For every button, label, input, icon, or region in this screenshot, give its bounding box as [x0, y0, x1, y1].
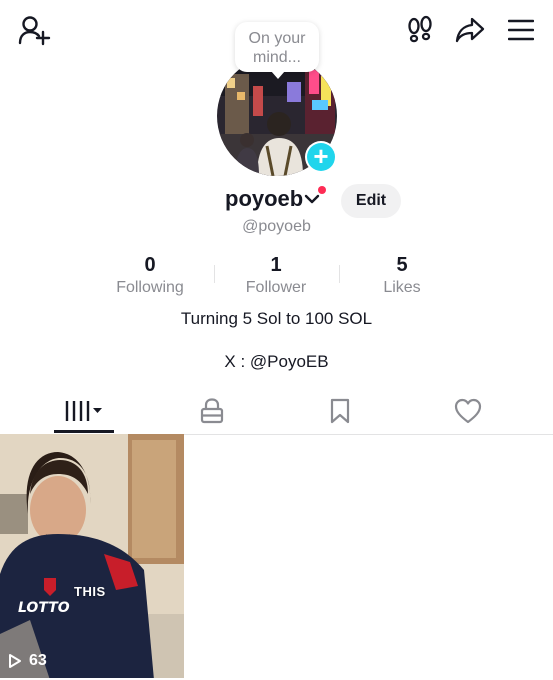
add-user-icon — [18, 16, 51, 46]
status-bubble-line2: mind... — [252, 49, 301, 66]
bio-line: Turning 5 Sol to 100 SOL — [180, 309, 373, 328]
share-profile-button[interactable] — [452, 12, 488, 48]
video-thumbnail-image: LOTTO — [0, 434, 184, 678]
edit-profile-button[interactable]: Edit — [341, 184, 401, 218]
add-friend-button[interactable] — [14, 12, 54, 48]
stat-following[interactable]: 0 Following — [90, 254, 210, 298]
stat-likes-value: 5 — [396, 254, 408, 276]
videos-grid-icon — [65, 401, 102, 421]
bookmark-icon — [330, 398, 350, 424]
stat-likes-label: Likes — [383, 279, 421, 296]
profile-handle: @poyoeb — [242, 218, 311, 235]
tab-favorites[interactable] — [310, 388, 370, 434]
footprints-icon — [408, 15, 432, 43]
stat-following-value: 0 — [144, 254, 156, 276]
stat-following-label: Following — [116, 279, 184, 296]
add-story-button[interactable]: + — [305, 141, 337, 173]
bio-link[interactable]: X : @PoyoEB — [0, 352, 553, 372]
plus-icon: + — [307, 143, 335, 171]
profile-username[interactable]: poyoeb — [225, 186, 303, 212]
tab-private[interactable] — [182, 388, 242, 434]
menu-icon — [508, 19, 534, 41]
stat-divider — [214, 265, 215, 283]
stat-follower-value: 1 — [270, 254, 282, 276]
notification-dot — [318, 186, 326, 194]
share-icon — [455, 17, 485, 43]
stat-divider — [339, 265, 340, 283]
video-caption: THIS — [74, 584, 106, 599]
tab-videos[interactable] — [54, 388, 114, 434]
status-bubble[interactable]: On your mind... — [235, 22, 319, 79]
profile-views-button[interactable] — [402, 12, 438, 48]
stat-follower-label: Follower — [245, 279, 307, 296]
content-tabs — [0, 388, 553, 435]
tab-liked[interactable] — [438, 388, 498, 434]
status-bubble-line1: On your — [248, 30, 306, 47]
stat-follower[interactable]: 1 Follower — [216, 254, 336, 298]
stat-likes[interactable]: 5 Likes — [342, 254, 462, 298]
heart-icon — [454, 398, 482, 424]
chevron-down-icon[interactable] — [304, 193, 320, 205]
video-thumbnail[interactable]: LOTTO THIS — [0, 434, 184, 678]
menu-button[interactable] — [503, 12, 539, 48]
tab-selected-indicator — [54, 430, 114, 433]
svg-text:LOTTO: LOTTO — [18, 600, 70, 616]
lock-icon — [200, 398, 224, 424]
video-views: 63 — [29, 652, 47, 669]
video-view-count: 63 — [7, 652, 47, 670]
play-icon — [9, 654, 21, 668]
